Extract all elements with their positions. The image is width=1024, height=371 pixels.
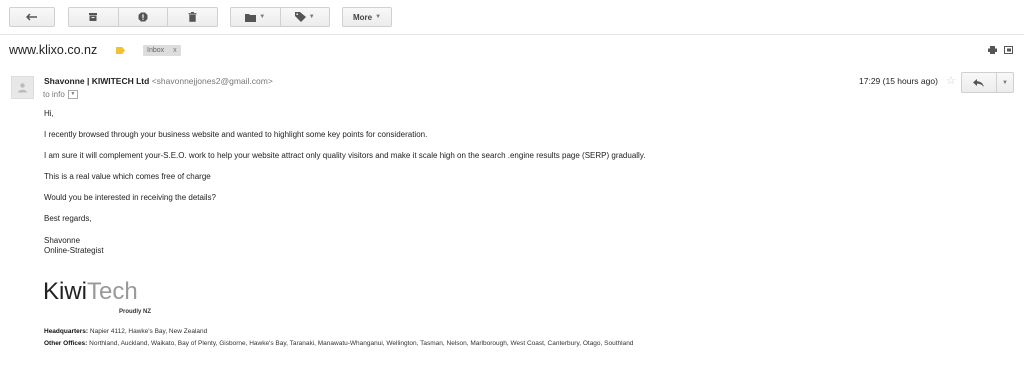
star-icon[interactable]: ☆ <box>946 74 956 87</box>
back-arrow-icon <box>26 12 37 21</box>
offices-line: Other Offices: Northland, Auckland, Waik… <box>44 340 633 347</box>
spam-icon <box>138 12 148 22</box>
labels-button[interactable]: ▼ <box>281 8 330 26</box>
back-button[interactable] <box>9 7 55 27</box>
label-chip-text: Inbox <box>147 47 165 54</box>
inbox-label-chip: Inbox x <box>143 45 181 56</box>
chevron-down-icon: ▼ <box>259 14 266 20</box>
chevron-down-icon: ▼ <box>375 14 382 20</box>
reply-button-group: ▼ <box>961 72 1014 93</box>
folder-icon <box>245 13 257 22</box>
chevron-down-icon: ▼ <box>308 14 315 20</box>
new-window-icon[interactable] <box>1004 46 1013 54</box>
email-subject: www.klixo.co.nz <box>9 43 98 57</box>
offices-label: Other Offices: <box>44 340 88 347</box>
tag-icon <box>294 12 306 22</box>
print-icon[interactable] <box>988 46 997 54</box>
body-paragraph-1: I recently browsed through your business… <box>44 130 428 139</box>
headquarters-line: Headquarters: Napier 4112, Hawke's Bay, … <box>44 328 207 335</box>
avatar <box>11 76 34 99</box>
report-spam-button[interactable] <box>119 8 169 26</box>
recipient-text: to info <box>43 90 65 99</box>
reply-options-button[interactable]: ▼ <box>997 73 1013 92</box>
message-timestamp: 17:29 (15 hours ago) <box>859 76 938 86</box>
move-to-button[interactable]: ▼ <box>231 8 281 26</box>
importance-marker-icon[interactable] <box>116 47 125 54</box>
sender-email: <shavonnejjones2@gmail.com> <box>151 76 273 86</box>
more-button[interactable]: More ▼ <box>342 7 392 27</box>
chevron-down-icon: ▼ <box>1002 79 1008 86</box>
action-button-group <box>68 7 218 27</box>
signature-title: Online-Strategist <box>44 246 104 255</box>
archive-button[interactable] <box>69 8 119 26</box>
body-paragraph-2: I am sure it will complement your-S.E.O.… <box>44 151 646 160</box>
reply-icon <box>973 78 985 87</box>
recipient-line: to info ▼ <box>43 90 78 99</box>
offices-value: Northland, Auckland, Waikato, Bay of Ple… <box>89 340 634 347</box>
body-greeting: Hi, <box>44 109 54 118</box>
hq-label: Headquarters: <box>44 328 89 335</box>
toolbar: ▼ ▼ More ▼ <box>0 0 1024 35</box>
show-details-button[interactable]: ▼ <box>67 90 78 99</box>
person-icon <box>18 83 27 93</box>
logo-tagline: Proudly NZ <box>119 309 152 315</box>
signature-name: Shavonne <box>44 236 81 245</box>
body-paragraph-3: This is a real value which comes free of… <box>44 172 211 181</box>
more-label: More <box>352 12 373 22</box>
trash-icon <box>188 12 197 22</box>
sender-line: Shavonne | KIWITECH Ltd <shavonnejjones2… <box>44 76 273 86</box>
body-paragraph-4: Would you be interested in receiving the… <box>44 193 216 202</box>
archive-icon <box>89 13 98 21</box>
logo-part-1: Kiwi <box>43 278 88 305</box>
body-closing: Best regards, <box>44 214 92 223</box>
sender-name[interactable]: Shavonne | KIWITECH Ltd <box>44 76 149 86</box>
logo-part-2: Tech <box>87 278 138 305</box>
delete-button[interactable] <box>168 8 217 26</box>
hq-value: Napier 4112, Hawke's Bay, New Zealand <box>89 328 208 335</box>
remove-label-button[interactable]: x <box>173 47 177 54</box>
organize-button-group: ▼ ▼ <box>230 7 330 27</box>
subject-row: www.klixo.co.nz Inbox x <box>0 36 1024 64</box>
reply-button[interactable] <box>962 73 997 92</box>
company-logo: KiwiTech <box>43 278 138 306</box>
